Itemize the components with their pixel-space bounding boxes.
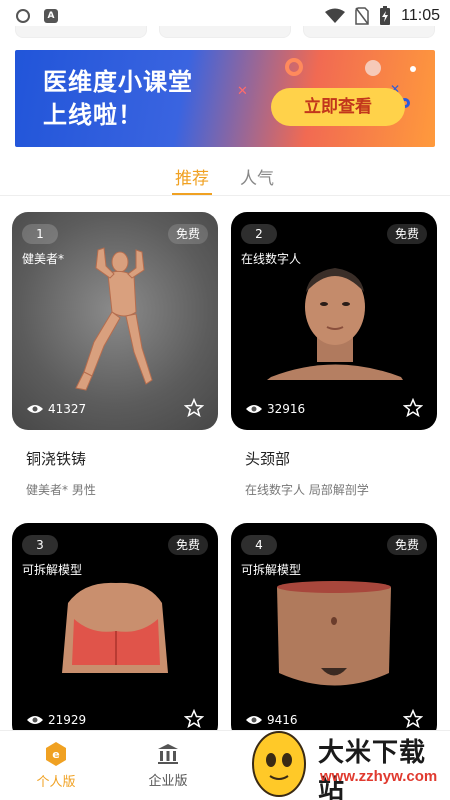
top-pill[interactable] bbox=[15, 26, 147, 38]
top-pill[interactable] bbox=[159, 26, 291, 38]
watermark-mascot-icon bbox=[252, 731, 306, 797]
no-sim-icon bbox=[355, 7, 369, 25]
card-category: 在线数字人 bbox=[241, 252, 302, 266]
card-thumbnail[interactable]: 1 免费 健美者* 41327 bbox=[12, 212, 218, 430]
banner-decoration bbox=[365, 60, 381, 76]
personal-e-icon: e bbox=[46, 742, 66, 766]
card-category: 可拆解模型 bbox=[22, 563, 83, 577]
status-time: 11:05 bbox=[401, 7, 440, 24]
tab-recommended[interactable]: 推荐 bbox=[175, 164, 209, 189]
nav-enterprise[interactable]: 企业版 bbox=[112, 731, 224, 800]
eye-icon bbox=[246, 405, 262, 413]
model-card[interactable]: 3 免费 可拆解模型 21929 bbox=[12, 523, 218, 741]
banner-decoration bbox=[410, 66, 416, 72]
model-card[interactable]: 2 免费 在线数字人 32916 头颈部 在线数字人 局部解剖学 bbox=[231, 212, 437, 498]
app-screen: A 11:05 ✕ ✕ 医维度小课堂 上线啦！ 立即查看 推荐 人气 1 免费 … bbox=[0, 0, 450, 800]
favorite-star-icon[interactable] bbox=[184, 398, 204, 418]
nav-enterprise-label: 企业版 bbox=[148, 774, 188, 789]
top-pill[interactable] bbox=[303, 26, 435, 38]
watermark-text: 大米下载站 bbox=[318, 738, 427, 800]
view-count: 21929 bbox=[26, 713, 86, 727]
card-thumbnail[interactable]: 4 免费 可拆解模型 9416 bbox=[231, 523, 437, 741]
model-card[interactable]: 1 免费 健美者* 41327 铜浇铁铸 健美者* 男性 bbox=[12, 212, 218, 498]
card-title: 头颈部 bbox=[245, 450, 291, 468]
free-badge: 免费 bbox=[168, 224, 208, 244]
tab-bar: 推荐 人气 bbox=[0, 160, 450, 196]
site-watermark: 大米下载站 www.zzhyw.com bbox=[246, 720, 450, 800]
eye-icon bbox=[27, 405, 43, 413]
wifi-icon bbox=[325, 8, 346, 23]
nav-personal-label: 个人版 bbox=[36, 775, 76, 790]
card-category: 可拆解模型 bbox=[241, 563, 302, 577]
free-badge: 免费 bbox=[387, 535, 427, 555]
tab-popular[interactable]: 人气 bbox=[240, 164, 274, 189]
view-count: 41327 bbox=[26, 402, 86, 416]
free-badge: 免费 bbox=[168, 535, 208, 555]
app-a-status-icon: A bbox=[44, 9, 58, 23]
watermark-url: www.zzhyw.com bbox=[320, 768, 438, 785]
banner-title-line1: 医维度小课堂 bbox=[43, 68, 193, 96]
battery-charging-icon bbox=[380, 6, 391, 25]
banner-decoration bbox=[285, 58, 303, 76]
card-thumbnail[interactable]: 3 免费 可拆解模型 21929 bbox=[12, 523, 218, 741]
card-tags: 健美者* 男性 bbox=[26, 483, 96, 497]
banner-title-line2: 上线啦！ bbox=[43, 101, 143, 129]
divider bbox=[0, 195, 450, 196]
eye-icon bbox=[27, 716, 43, 724]
banner-decoration: ✕ bbox=[237, 84, 248, 99]
view-count-value: 21929 bbox=[48, 713, 87, 727]
card-rank-badge: 2 bbox=[241, 224, 277, 244]
free-badge: 免费 bbox=[387, 224, 427, 244]
building-icon bbox=[158, 744, 178, 764]
card-thumbnail[interactable]: 2 免费 在线数字人 32916 bbox=[231, 212, 437, 430]
card-tags: 在线数字人 局部解剖学 bbox=[245, 483, 369, 497]
svg-text:e: e bbox=[52, 748, 59, 761]
card-rank-badge: 1 bbox=[22, 224, 58, 244]
card-category: 健美者* bbox=[22, 252, 65, 266]
nav-personal[interactable]: e 个人版 bbox=[0, 731, 112, 800]
shield-status-icon bbox=[16, 9, 30, 23]
view-now-button[interactable]: 立即查看 bbox=[271, 88, 405, 126]
promo-banner[interactable]: ✕ ✕ 医维度小课堂 上线啦！ 立即查看 bbox=[15, 50, 435, 147]
card-rank-badge: 4 bbox=[241, 535, 277, 555]
banner-title: 医维度小课堂 上线啦！ bbox=[43, 66, 193, 132]
favorite-star-icon[interactable] bbox=[403, 398, 423, 418]
favorite-star-icon[interactable] bbox=[184, 709, 204, 729]
card-rank-badge: 3 bbox=[22, 535, 58, 555]
view-count-value: 41327 bbox=[48, 402, 87, 416]
view-count-value: 32916 bbox=[267, 402, 306, 416]
view-count: 32916 bbox=[245, 402, 305, 416]
top-category-pills bbox=[15, 26, 435, 38]
model-card[interactable]: 4 免费 可拆解模型 9416 bbox=[231, 523, 437, 741]
card-title: 铜浇铁铸 bbox=[26, 450, 87, 468]
